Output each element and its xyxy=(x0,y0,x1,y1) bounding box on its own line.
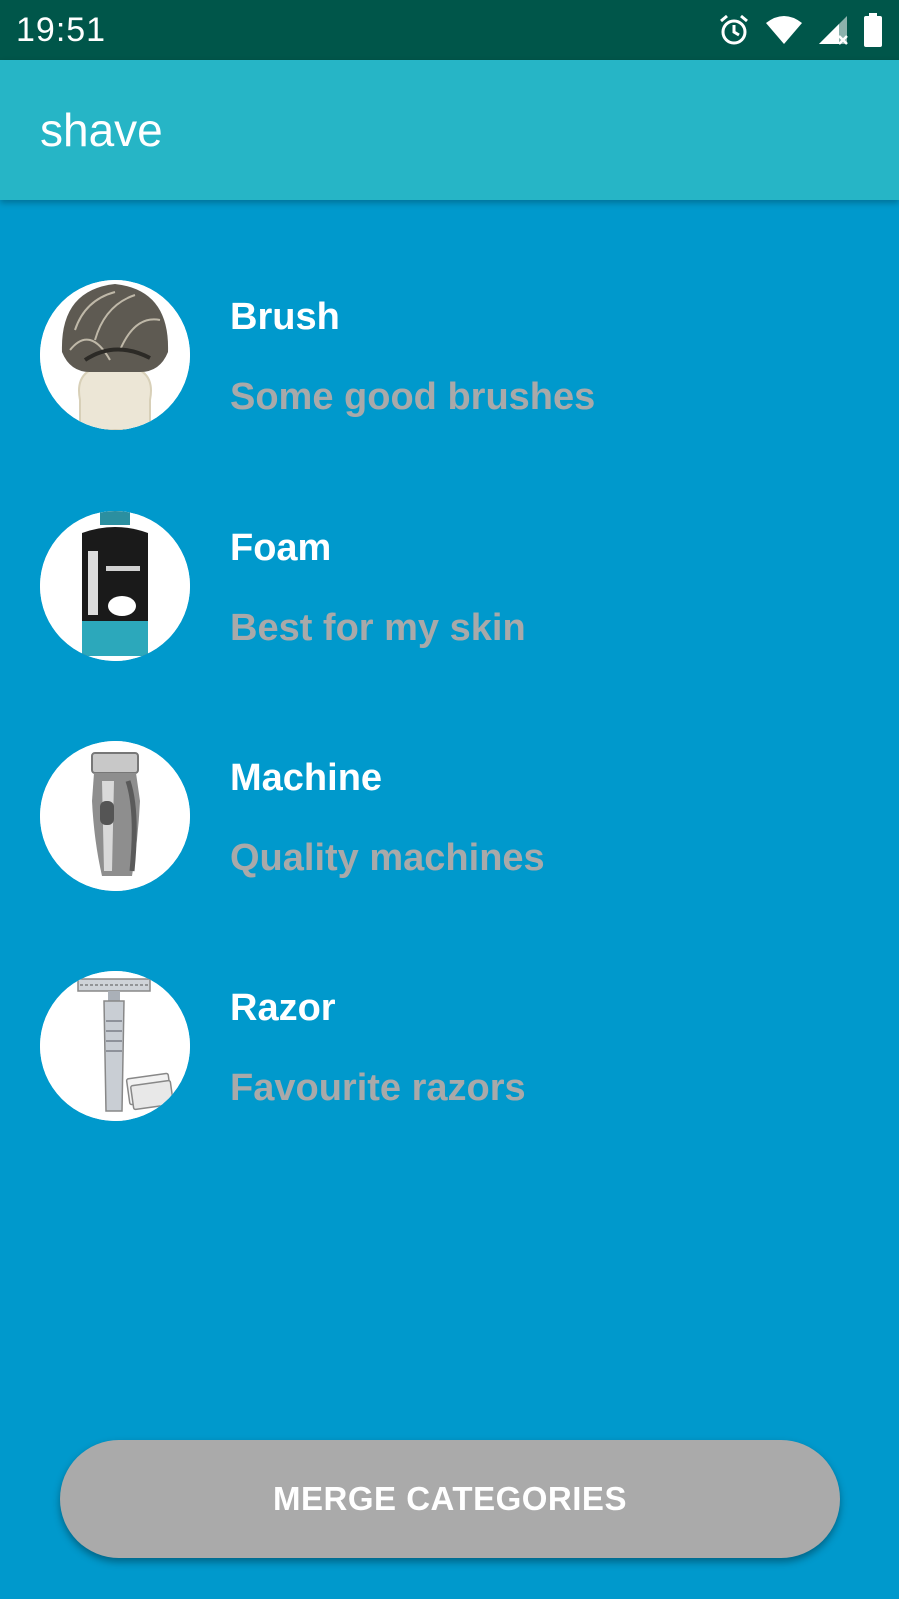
category-subtitle: Best for my skin xyxy=(230,607,526,649)
status-bar: 19:51 xyxy=(0,0,899,60)
category-title: Foam xyxy=(230,527,332,569)
category-item-brush[interactable]: Brush Some good brushes xyxy=(0,280,899,480)
status-time: 19:51 xyxy=(16,10,107,49)
brush-image xyxy=(40,280,190,430)
category-item-razor[interactable]: Razor Favourite razors xyxy=(0,971,899,1171)
merge-categories-button[interactable]: MERGE CATEGORIES xyxy=(60,1440,840,1558)
app-bar: shave xyxy=(0,60,899,200)
machine-image xyxy=(40,741,190,891)
battery-icon xyxy=(863,13,883,47)
razor-image xyxy=(40,971,190,1121)
category-subtitle: Some good brushes xyxy=(230,376,596,418)
wifi-icon xyxy=(765,15,803,45)
category-title: Machine xyxy=(230,757,383,799)
category-item-foam[interactable]: Foam Best for my skin xyxy=(0,511,899,711)
category-title: Razor xyxy=(230,987,336,1029)
app-title: shave xyxy=(40,104,163,156)
signal-icon xyxy=(817,14,849,46)
alarm-icon xyxy=(717,13,751,47)
foam-image xyxy=(40,511,190,661)
category-item-machine[interactable]: Machine Quality machines xyxy=(0,741,899,941)
category-title: Brush xyxy=(230,296,340,338)
category-subtitle: Quality machines xyxy=(230,837,545,879)
status-icons xyxy=(717,0,883,60)
category-subtitle: Favourite razors xyxy=(230,1067,526,1109)
